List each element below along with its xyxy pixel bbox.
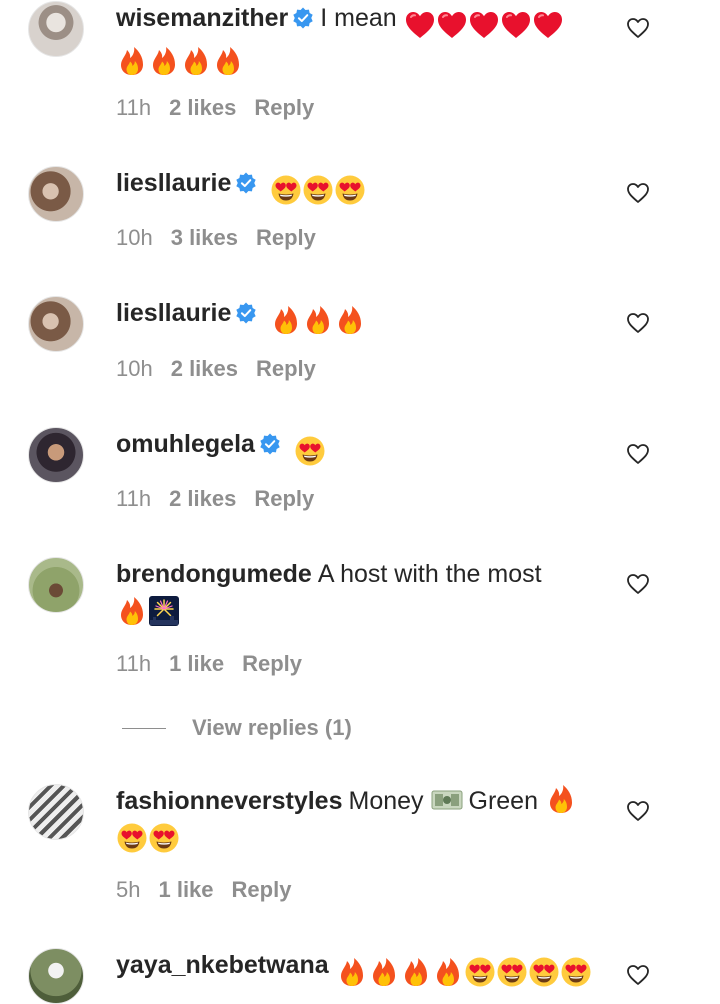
fire-emoji-icon bbox=[432, 956, 464, 988]
emoji-sequence bbox=[116, 819, 596, 855]
likes-count[interactable]: 1 like bbox=[169, 651, 224, 676]
like-heart-icon[interactable] bbox=[626, 312, 650, 334]
comment-text: I mean bbox=[320, 4, 397, 32]
avatar[interactable] bbox=[28, 1, 84, 57]
fire-emoji-icon bbox=[334, 304, 366, 336]
emoji-sequence bbox=[336, 953, 592, 989]
view-replies-label: View replies (1) bbox=[192, 715, 352, 740]
comment-text: A host with the most bbox=[317, 560, 542, 588]
fire-emoji-icon bbox=[212, 45, 244, 77]
fire-emoji-icon bbox=[116, 45, 148, 77]
heart-eyes-emoji-icon bbox=[528, 956, 560, 988]
username[interactable]: fashionneverstyles bbox=[116, 787, 343, 815]
verified-badge-icon bbox=[259, 433, 281, 455]
fire-emoji-icon bbox=[148, 45, 180, 77]
heart-eyes-emoji-icon bbox=[294, 435, 326, 467]
verified-badge-icon bbox=[292, 7, 314, 29]
red-heart-emoji-icon bbox=[404, 9, 436, 41]
comment-text: Money bbox=[348, 787, 424, 815]
avatar[interactable] bbox=[28, 427, 84, 483]
comment-meta: 11h 2 likes Reply bbox=[116, 486, 332, 512]
reply-button[interactable]: Reply bbox=[254, 486, 314, 511]
avatar[interactable] bbox=[28, 784, 84, 840]
username[interactable]: liesllaurie bbox=[116, 169, 231, 197]
avatar[interactable] bbox=[28, 166, 84, 222]
reply-button[interactable]: Reply bbox=[256, 356, 316, 381]
fire-emoji-icon bbox=[545, 783, 577, 815]
heart-eyes-emoji-icon bbox=[148, 822, 180, 854]
comment-meta: 10h 2 likes Reply bbox=[116, 356, 334, 382]
username[interactable]: liesllaurie bbox=[116, 299, 231, 327]
emoji-sequence bbox=[270, 301, 366, 337]
fire-emoji-icon bbox=[336, 956, 368, 988]
fire-emoji-icon bbox=[270, 304, 302, 336]
heart-eyes-emoji-icon bbox=[560, 956, 592, 988]
reply-button[interactable]: Reply bbox=[242, 651, 302, 676]
comment-text: Green bbox=[468, 787, 538, 815]
like-heart-icon[interactable] bbox=[626, 964, 650, 986]
reply-button[interactable]: Reply bbox=[256, 225, 316, 250]
fire-emoji-icon bbox=[116, 595, 148, 627]
reply-button[interactable]: Reply bbox=[232, 877, 292, 902]
fire-emoji-icon bbox=[368, 956, 400, 988]
timestamp: 11h bbox=[116, 651, 152, 676]
emoji-sequence bbox=[404, 6, 564, 42]
timestamp: 11h bbox=[116, 95, 152, 120]
heart-eyes-emoji-icon bbox=[302, 174, 334, 206]
comment-meta: 10h 3 likes Reply bbox=[116, 225, 334, 251]
avatar[interactable] bbox=[28, 296, 84, 352]
heart-eyes-emoji-icon bbox=[116, 822, 148, 854]
timestamp: 5h bbox=[116, 877, 141, 902]
emoji-sequence bbox=[116, 592, 596, 628]
fire-emoji-icon bbox=[180, 45, 212, 77]
heart-eyes-emoji-icon bbox=[270, 174, 302, 206]
like-heart-icon[interactable] bbox=[626, 182, 650, 204]
username[interactable]: brendongumede bbox=[116, 560, 312, 588]
money-emoji-icon bbox=[431, 783, 463, 815]
red-heart-emoji-icon bbox=[532, 9, 564, 41]
heart-eyes-emoji-icon bbox=[496, 956, 528, 988]
timestamp: 10h bbox=[116, 225, 153, 250]
comment-meta: 11h 2 likes Reply bbox=[116, 95, 332, 121]
like-heart-icon[interactable] bbox=[626, 17, 650, 39]
username[interactable]: yaya_nkebetwana bbox=[116, 951, 329, 979]
username[interactable]: wisemanzither bbox=[116, 4, 288, 32]
emoji-sequence bbox=[270, 171, 366, 207]
red-heart-emoji-icon bbox=[500, 9, 532, 41]
red-heart-emoji-icon bbox=[436, 9, 468, 41]
view-replies-button[interactable]: View replies (1) bbox=[122, 710, 352, 746]
likes-count[interactable]: 1 like bbox=[158, 877, 213, 902]
fireworks-emoji-icon bbox=[148, 595, 180, 627]
verified-badge-icon bbox=[235, 172, 257, 194]
username[interactable]: omuhlegela bbox=[116, 430, 255, 458]
likes-count[interactable]: 2 likes bbox=[171, 356, 238, 381]
likes-count[interactable]: 2 likes bbox=[169, 486, 236, 511]
avatar[interactable] bbox=[28, 948, 84, 1004]
timestamp: 10h bbox=[116, 356, 153, 381]
reply-button[interactable]: Reply bbox=[254, 95, 314, 120]
comment-meta: 11h 1 like Reply bbox=[116, 651, 320, 677]
verified-badge-icon bbox=[235, 302, 257, 324]
avatar[interactable] bbox=[28, 557, 84, 613]
timestamp: 11h bbox=[116, 486, 152, 511]
red-heart-emoji-icon bbox=[468, 9, 500, 41]
heart-eyes-emoji-icon bbox=[464, 956, 496, 988]
likes-count[interactable]: 3 likes bbox=[171, 225, 238, 250]
emoji-sequence bbox=[116, 42, 596, 78]
comment-meta: 5h 1 like Reply bbox=[116, 877, 309, 903]
like-heart-icon[interactable] bbox=[626, 800, 650, 822]
fire-emoji-icon bbox=[302, 304, 334, 336]
like-heart-icon[interactable] bbox=[626, 573, 650, 595]
fire-emoji-icon bbox=[400, 956, 432, 988]
replies-divider bbox=[122, 727, 166, 729]
like-heart-icon[interactable] bbox=[626, 443, 650, 465]
heart-eyes-emoji-icon bbox=[334, 174, 366, 206]
emoji-sequence bbox=[294, 432, 326, 468]
likes-count[interactable]: 2 likes bbox=[169, 95, 236, 120]
